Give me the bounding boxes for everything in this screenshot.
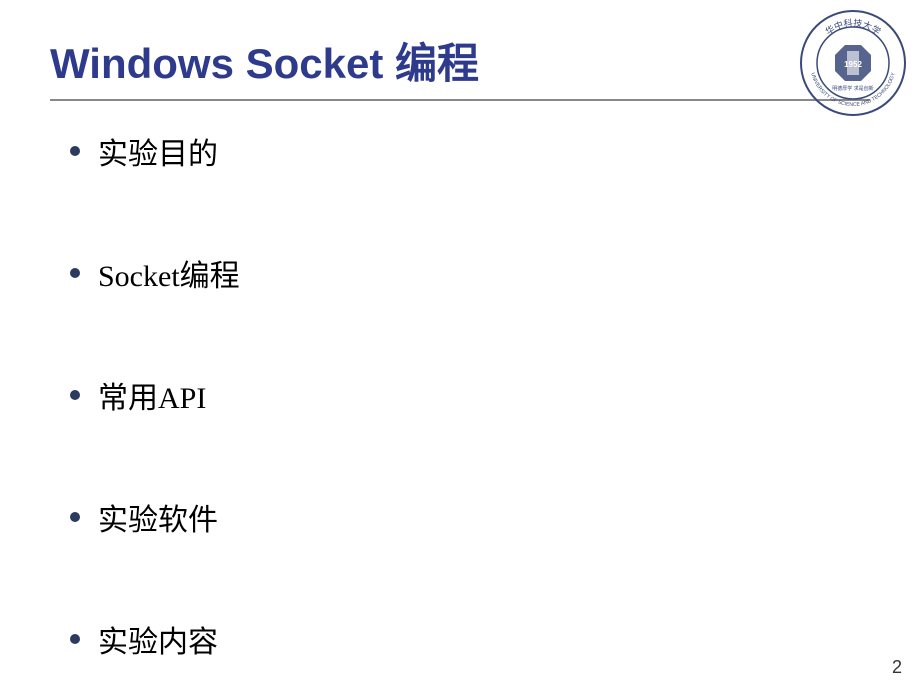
page-number: 2 [892,657,902,678]
svg-text:明德厚学 求是创新: 明德厚学 求是创新 [832,85,873,92]
list-item: 实验内容 [70,617,870,661]
bullet-icon [70,390,80,400]
svg-text:1952: 1952 [844,60,862,69]
bullet-icon [70,146,80,156]
slide-container: 华中科技大学 UNIVERSITY OF SCIENCE AND TECHNOL… [0,0,920,690]
title-divider [50,99,870,101]
bullet-icon [70,512,80,522]
list-item: Socket编程 [70,251,870,295]
bullet-text: 实验目的 [98,129,218,173]
bullet-icon [70,268,80,278]
list-item: 常用API [70,373,870,417]
university-logo: 华中科技大学 UNIVERSITY OF SCIENCE AND TECHNOL… [798,8,908,118]
list-item: 实验软件 [70,495,870,539]
slide-title: Windows Socket 编程 [50,30,870,91]
svg-text:华中科技大学: 华中科技大学 [823,17,883,37]
bullet-text: 常用API [98,373,206,417]
list-item: 实验目的 [70,129,870,173]
bullet-text: 实验内容 [98,617,218,661]
bullet-text: 实验软件 [98,495,218,539]
bullet-icon [70,634,80,644]
bullet-list: 实验目的 Socket编程 常用API 实验软件 实验内容 [50,129,870,661]
bullet-text: Socket编程 [98,251,240,295]
